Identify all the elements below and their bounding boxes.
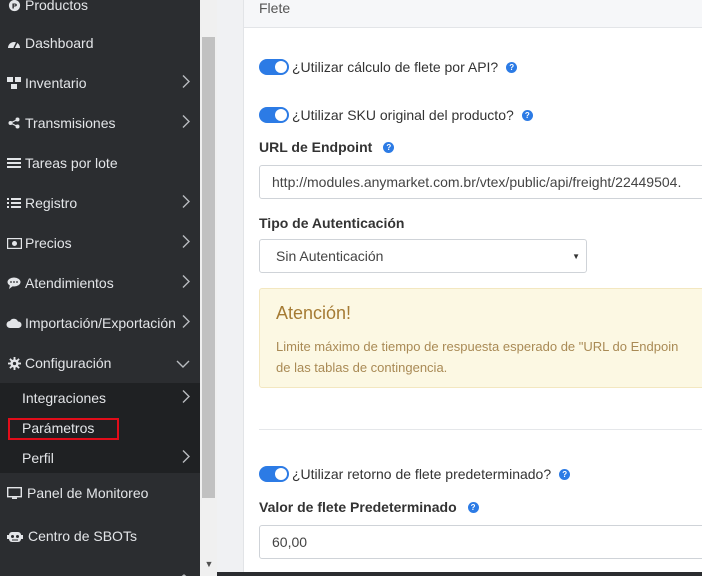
auth-label-row: Tipo de Autenticación <box>259 215 404 231</box>
dashboard-icon <box>6 35 22 51</box>
sidebar-item-panel-monitoreo[interactable]: Panel de Monitoreo <box>0 473 200 513</box>
sidebar-item-label: Dashboard <box>25 35 94 51</box>
chat-icon <box>6 275 22 291</box>
sidebar-item-productos[interactable]: P Productos <box>0 0 200 25</box>
auth-type-selected: Sin Autenticación <box>276 248 384 264</box>
help-icon[interactable]: ? <box>467 501 479 513</box>
submenu-item-parametros[interactable]: Parámetros <box>0 413 200 443</box>
sidebar-item-label: Precios <box>25 235 72 251</box>
submenu-item-integraciones[interactable]: Integraciones <box>0 383 200 413</box>
toggle-default-switch[interactable] <box>259 466 289 482</box>
chevron-down-icon <box>176 355 190 371</box>
list-icon <box>6 155 22 171</box>
endpoint-label: URL de Endpoint <box>259 139 373 155</box>
chevron-right-icon <box>182 195 190 212</box>
sidebar-item-label: Centro de SBOTs <box>28 528 137 544</box>
product-icon: P <box>6 0 22 13</box>
chevron-right-icon <box>182 235 190 252</box>
gear-icon <box>6 355 22 371</box>
configuracion-submenu: Integraciones Parámetros Perfil <box>0 383 200 473</box>
freight-panel: Flete ¿Utilizar cálculo de flete por API… <box>243 0 702 576</box>
default-value-label: Valor de flete Predeterminado <box>259 499 457 515</box>
sidebar-item-configuracion[interactable]: Configuración <box>0 343 200 383</box>
sidebar: P Productos Dashboard Inventario Transmi… <box>0 0 200 576</box>
alert-text-line1: Limite máximo de tiempo de respuesta esp… <box>276 339 679 354</box>
sidebar-item-label: Inventario <box>25 75 87 91</box>
toggle-api-row: ¿Utilizar cálculo de flete por API? ? <box>259 59 518 75</box>
cloud-icon <box>6 315 22 331</box>
toggle-api-switch[interactable] <box>259 59 289 75</box>
sidebar-item-precios[interactable]: Precios <box>0 223 200 263</box>
toggle-default-row: ¿Utilizar retorno de flete predeterminad… <box>259 466 571 482</box>
chevron-right-icon <box>182 315 190 332</box>
sidebar-item-label: Importación/Exportación <box>25 315 176 331</box>
submenu-item-label: Integraciones <box>22 390 107 406</box>
help-icon[interactable]: ? <box>383 141 395 153</box>
default-value-label-row: Valor de flete Predeterminado ? <box>259 499 479 515</box>
alert-text-line2: de las tablas de contingencia. <box>276 360 448 375</box>
chevron-down-icon <box>178 567 190 576</box>
sidebar-item-atendimientos[interactable]: Atendimientos <box>0 263 200 303</box>
submenu-item-perfil[interactable]: Perfil <box>0 443 200 473</box>
scrollbar-thumb[interactable] <box>202 37 215 498</box>
money-icon <box>6 235 22 251</box>
monitor-icon <box>6 485 23 501</box>
sidebar-item-centro-sbots[interactable]: Centro de SBOTs <box>0 516 200 556</box>
sidebar-item-label: Panel de Monitoreo <box>27 485 149 501</box>
endpoint-url-input[interactable]: http://modules.anymarket.com.br/vtex/pub… <box>259 165 702 199</box>
caret-down-icon: ▼ <box>572 252 580 261</box>
sidebar-item-dashboard[interactable]: Dashboard <box>0 23 200 63</box>
sidebar-item-label: Registro <box>25 195 78 211</box>
warning-alert: Atención! Limite máximo de tiempo de res… <box>259 288 702 388</box>
chevron-right-icon <box>182 115 190 132</box>
toggle-sku-switch[interactable] <box>259 107 289 123</box>
scroll-down-arrow-icon[interactable]: ▼ <box>203 558 215 570</box>
default-value-input[interactable]: 60,00 <box>259 525 702 559</box>
sidebar-item-inventario[interactable]: Inventario <box>0 63 200 103</box>
panel-heading: Flete <box>244 0 702 28</box>
sidebar-item-label: Tareas por lote <box>25 155 118 171</box>
sidebar-item-label: Atendimientos <box>25 275 114 291</box>
sidebar-item-transmisiones[interactable]: Transmisiones <box>0 103 200 143</box>
toggle-sku-label: ¿Utilizar SKU original del producto? <box>292 107 514 123</box>
help-icon[interactable]: ? <box>506 61 518 73</box>
bottom-bar <box>217 572 702 576</box>
share-icon <box>6 115 22 131</box>
auth-type-label: Tipo de Autenticación <box>259 215 405 231</box>
sidebar-item-label: Productos <box>25 0 89 13</box>
chevron-right-icon <box>182 450 190 467</box>
divider <box>259 429 702 430</box>
toggle-default-label: ¿Utilizar retorno de flete predeterminad… <box>292 466 552 482</box>
toggle-api-label: ¿Utilizar cálculo de flete por API? <box>292 59 499 75</box>
auth-type-select[interactable]: Sin Autenticación ▼ <box>259 239 587 273</box>
endpoint-label-row: URL de Endpoint ? <box>259 139 395 155</box>
help-icon[interactable]: ? <box>521 109 533 121</box>
toggle-sku-row: ¿Utilizar SKU original del producto? ? <box>259 107 533 123</box>
chevron-right-icon <box>182 75 190 92</box>
sidebar-item-importacion[interactable]: Importación/Exportación <box>0 303 200 343</box>
chevron-right-icon <box>182 390 190 407</box>
sidebar-item-label: Configuración <box>25 355 112 371</box>
sidebar-item-registro[interactable]: Registro <box>0 183 200 223</box>
robot-icon <box>6 528 23 544</box>
sidebar-item-label: Transmisiones <box>25 115 116 131</box>
submenu-item-label: Parámetros <box>22 420 95 436</box>
submenu-item-label: Perfil <box>22 450 54 466</box>
sidebar-item-tareas[interactable]: Tareas por lote <box>0 143 200 183</box>
alert-title: Atención! <box>276 303 352 323</box>
list-icon <box>6 195 22 211</box>
inventory-icon <box>6 75 22 91</box>
help-icon[interactable]: ? <box>559 468 571 480</box>
svg-text:P: P <box>11 1 17 10</box>
chevron-right-icon <box>182 275 190 292</box>
